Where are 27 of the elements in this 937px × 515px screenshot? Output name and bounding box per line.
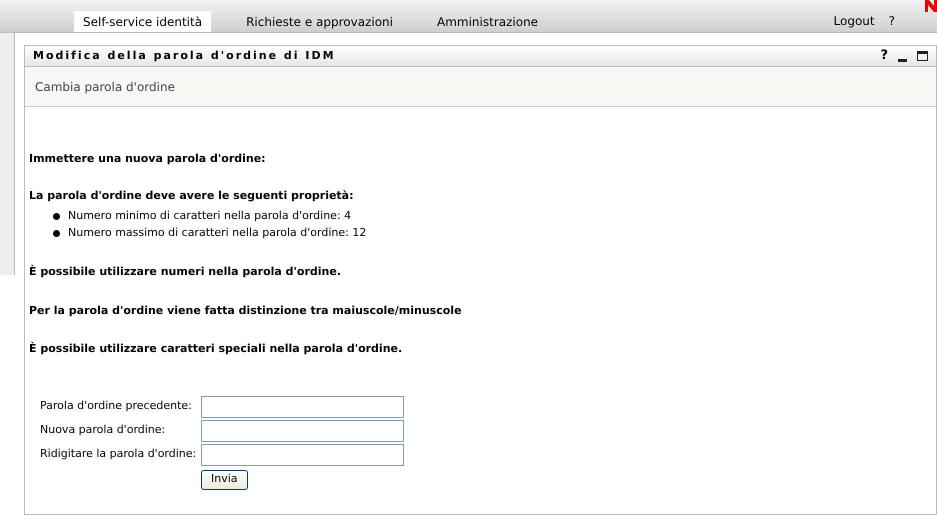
bullet-icon xyxy=(53,213,60,220)
password-field[interactable] xyxy=(201,420,404,442)
nav-tab[interactable]: Amministrazione xyxy=(428,11,548,32)
bullet-icon xyxy=(53,230,60,237)
field-label: Parola d'ordine precedente: xyxy=(40,398,193,414)
help-button[interactable]: ? xyxy=(880,46,888,66)
nav-tab[interactable]: Self-service identità xyxy=(74,11,212,32)
rule-text: Numero massimo di caratteri nella parola d'ordine: 12 xyxy=(68,225,366,242)
password-field[interactable] xyxy=(201,444,404,466)
submit-button[interactable]: Invia xyxy=(201,470,248,490)
note-text: È possibile utilizzare caratteri speciali nella parola d'ordine. xyxy=(29,341,404,357)
field-label: Nuova parola d'ordine: xyxy=(40,422,166,438)
password-field[interactable] xyxy=(201,396,404,418)
note-text: Per la parola d'ordine viene fatta distinzione tra maiuscole/minuscole xyxy=(29,302,463,318)
field-label: Ridigitare la parola d'ordine: xyxy=(40,446,198,462)
subtitle: Cambia parola d'ordine xyxy=(35,78,175,96)
portlet-title: Modifica della parola d'ordine di IDM xyxy=(33,48,336,64)
note-text: È possibile utilizzare numeri nella parola d'ordine. xyxy=(29,264,342,280)
maximize-icon[interactable] xyxy=(917,51,928,61)
help-link[interactable]: ? xyxy=(888,11,895,32)
rules-heading: La parola d'ordine deve avere le seguenti proprietà: xyxy=(29,188,355,204)
nav-tab[interactable]: Richieste e approvazioni xyxy=(237,11,402,32)
minimize-icon[interactable] xyxy=(898,58,907,62)
logout-link[interactable]: Logout xyxy=(834,11,875,32)
intro-text: Immettere una nuova parola d'ordine: xyxy=(29,151,267,167)
logo-icon xyxy=(925,0,937,12)
rule-text: Numero minimo di caratteri nella parola d'ordine: 4 xyxy=(68,208,352,224)
